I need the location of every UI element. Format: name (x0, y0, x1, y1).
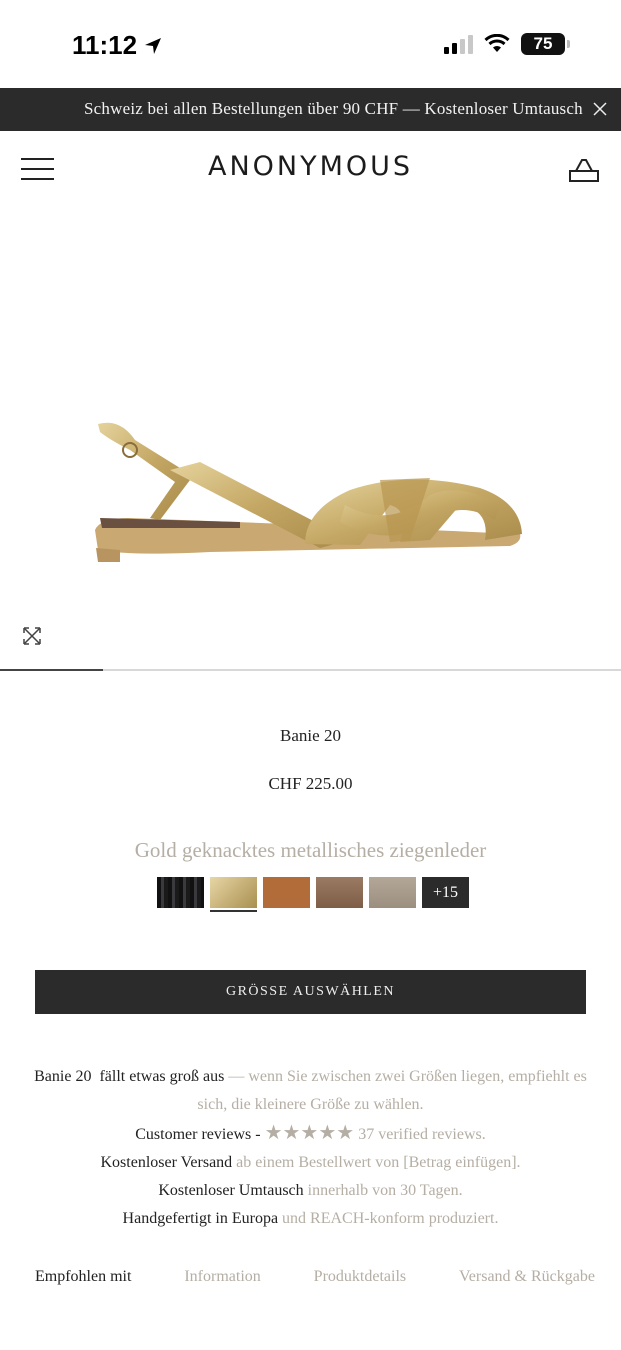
tab-information[interactable]: Information (184, 1268, 260, 1286)
handmade-line: Handgefertigt in Europa und REACH-konfor… (30, 1205, 591, 1233)
color-swatches: +15 (157, 877, 469, 912)
more-colors-button[interactable]: +15 (422, 877, 469, 908)
fit-text: fällt etwas groß aus (99, 1068, 225, 1085)
announcement-text: Schweiz bei allen Bestellungen über 90 C… (84, 99, 583, 118)
handmade-detail: und REACH-konform produziert. (282, 1210, 499, 1227)
location-arrow-icon (145, 37, 162, 54)
image-carousel-progress (0, 669, 621, 671)
announcement-bar: Schweiz bei allen Bestellungen über 90 C… (0, 88, 621, 131)
status-icons: 75 (444, 33, 570, 55)
product-price: CHF 225.00 (268, 774, 353, 793)
brand-logo[interactable]: ANONYMOUS (0, 151, 621, 182)
color-swatch-cognac[interactable] (263, 877, 310, 908)
select-size-button[interactable]: GRÖSSE AUSWÄHLEN (35, 970, 586, 1014)
selected-color-name: Gold geknacktes metallisches ziegenleder (134, 838, 487, 862)
image-carousel-progress-fill (0, 669, 104, 671)
product-image-area[interactable] (0, 131, 621, 671)
color-swatch-black-croc[interactable] (157, 877, 204, 908)
tab-product-details[interactable]: Produktdetails (314, 1268, 406, 1286)
status-bar: 11:12 75 (0, 0, 621, 88)
tab-recommended[interactable]: Empfohlen mit (35, 1268, 131, 1286)
shipping-line: Kostenloser Versand ab einem Bestellwert… (30, 1149, 591, 1177)
cellular-signal-icon (444, 34, 473, 54)
zoom-expand-icon[interactable] (22, 626, 42, 646)
battery-level: 75 (533, 34, 553, 53)
shopping-bag-icon[interactable] (568, 157, 600, 183)
color-swatch-gold[interactable] (210, 877, 257, 912)
shipping-detail: ab einem Bestellwert von [Betrag einfüge… (236, 1154, 521, 1171)
clock: 11:12 (72, 30, 163, 61)
product-tabs: Empfohlen mit Information Produktdetails… (35, 1268, 595, 1286)
fit-note: Banie 20 fällt etwas groß aus — wenn Sie… (30, 1063, 591, 1119)
handmade-title: Handgefertigt in Europa (122, 1210, 279, 1227)
site-header: ANONYMOUS (0, 131, 621, 207)
rating-stars-icon: ★★★★★ (264, 1122, 355, 1144)
exchange-title: Kostenloser Umtausch (158, 1182, 304, 1199)
product-highlights: Banie 20 fällt etwas groß aus — wenn Sie… (30, 1063, 591, 1233)
clock-time: 11:12 (72, 30, 138, 60)
close-icon[interactable] (593, 102, 607, 116)
product-name: Banie 20 (280, 726, 341, 745)
reviews-count[interactable]: 37 verified reviews. (358, 1126, 486, 1143)
reviews-label: Customer reviews - (135, 1126, 261, 1143)
color-swatch-taupe[interactable] (369, 877, 416, 908)
fit-advice: — wenn Sie zwischen zwei Größen liegen, … (197, 1068, 587, 1113)
color-swatch-brown[interactable] (316, 877, 363, 908)
exchange-detail: innerhalb von 30 Tagen. (307, 1182, 463, 1199)
reviews-line[interactable]: Customer reviews - ★★★★★ 37 verified rev… (30, 1119, 591, 1149)
tab-shipping-returns[interactable]: Versand & Rückgabe (459, 1268, 595, 1286)
battery-icon: 75 (521, 33, 570, 55)
exchange-line: Kostenloser Umtausch innerhalb von 30 Ta… (30, 1177, 591, 1205)
product-image (95, 422, 522, 562)
wifi-icon (484, 34, 510, 52)
fit-product-name: Banie 20 (34, 1068, 92, 1085)
shipping-title: Kostenloser Versand (100, 1154, 233, 1171)
